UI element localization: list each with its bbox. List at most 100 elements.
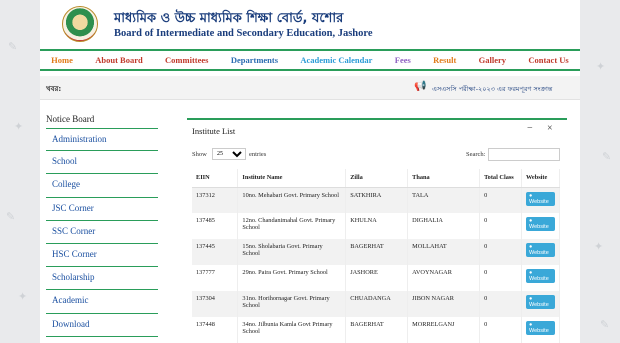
cell-classes: 0	[479, 187, 522, 213]
table-body: 137312 10no. Mehabari Govt. Primary Schoo…	[192, 187, 561, 343]
close-icon[interactable]: ×	[547, 123, 553, 134]
cell-eiin: 137448	[192, 317, 239, 343]
cell-website: ● Website	[521, 291, 561, 317]
institute-list-panel: Institute List − × Show 25 entries Searc…	[187, 118, 567, 343]
cell-zilla: CHUADANGA	[345, 291, 409, 317]
column-header-thana[interactable]: Thana	[407, 169, 481, 188]
cell-zilla: JASHORE	[345, 265, 409, 291]
website-button-label: Website	[528, 302, 549, 308]
search-input[interactable]	[488, 148, 560, 161]
panel-header: Institute List − ×	[187, 120, 567, 142]
announcement-icon: 📢	[414, 81, 427, 92]
page-container: মাধ্যমিক ও উচ্চ মাধ্যমিক শিক্ষা বোর্ড, য…	[40, 0, 580, 343]
cell-name: 15no. Sholabaria Govt. Primary School	[237, 239, 347, 265]
sidebar-item-jsc-corner[interactable]: JSC Corner	[46, 198, 158, 221]
sidebar-item-academic[interactable]: Academic	[46, 290, 158, 314]
site-title-english: Board of Intermediate and Secondary Educ…	[114, 28, 373, 39]
background-pattern-icon: ✦	[14, 120, 24, 133]
nav-link-about-board[interactable]: About Board	[95, 55, 142, 65]
table-header-row: EIIN Institute Name Zilla Thana Total Class W…	[192, 169, 561, 188]
sidebar-item-download[interactable]: Download	[46, 314, 158, 337]
cell-eiin: 137312	[192, 187, 239, 213]
cell-thana: AVOYNAGAR	[407, 265, 481, 291]
table-row: 137445 15no. Sholabaria Govt. Primary Sch…	[192, 239, 561, 265]
news-ticker: খবর: 📢 এসএসসি পরীক্ষা-২০২৩ এর ফরমপূরণ সং…	[40, 76, 580, 100]
column-header-institute-name[interactable]: Institute Name	[237, 169, 347, 188]
cell-website: ● Website	[521, 187, 561, 213]
website-button[interactable]: ● Website	[525, 295, 555, 309]
nav-link-academic-calendar[interactable]: Academic Calendar	[300, 55, 372, 65]
website-button-label: Website	[528, 328, 549, 334]
background-pattern-icon: ✦	[594, 240, 604, 253]
website-button[interactable]: ● Website	[525, 217, 555, 231]
column-header-total-class[interactable]: Total Class	[479, 169, 522, 188]
sidebar-item-ssc-corner[interactable]: SSC Corner	[46, 221, 158, 244]
cell-eiin: 137304	[192, 291, 239, 317]
nav-link-gallery[interactable]: Gallery	[479, 55, 506, 65]
column-header-eiin[interactable]: EIIN	[192, 169, 239, 188]
cell-thana: MOLLAHAT	[407, 239, 481, 265]
minimize-icon[interactable]: −	[527, 123, 533, 134]
nav-link-departments[interactable]: Departments	[231, 55, 278, 65]
sidebar-title: Notice Board	[46, 114, 95, 124]
sidebar: Notice Board Administration School College…	[40, 108, 162, 337]
background-pattern-icon: ✎	[8, 40, 18, 53]
cell-zilla: SATKHIRA	[345, 187, 409, 213]
cell-classes: 0	[479, 213, 522, 239]
sidebar-item-college[interactable]: College	[46, 174, 158, 198]
website-button[interactable]: ● Website	[525, 191, 555, 206]
cell-thana: JIBON NAGAR	[407, 291, 481, 317]
search-label: Search:	[466, 151, 486, 158]
website-button-label: Website	[528, 224, 549, 230]
sidebar-item-administration[interactable]: Administration	[46, 128, 158, 152]
sidebar-item-school[interactable]: School	[46, 151, 158, 175]
nav-link-home[interactable]: Home	[51, 55, 73, 65]
cell-classes: 0	[479, 291, 522, 317]
sidebar-item-hsc-corner[interactable]: HSC Corner	[46, 244, 158, 268]
background-pattern-icon: ✎	[602, 150, 612, 163]
column-header-website[interactable]: Website	[521, 169, 561, 188]
nav-link-fees[interactable]: Fees	[395, 55, 411, 65]
cell-zilla: BAGERHAT	[345, 317, 409, 343]
table-row: 137304 31no. Horihornagar Govt. Primary S…	[192, 291, 561, 317]
nav-link-committees[interactable]: Committees	[165, 55, 208, 65]
cell-name: 10no. Mehabari Govt. Primary School	[237, 187, 347, 213]
cell-classes: 0	[479, 239, 522, 265]
website-button[interactable]: ● Website	[525, 243, 555, 257]
page-size-select[interactable]: 25	[212, 148, 246, 160]
site-title-bangla: মাধ্যমিক ও উচ্চ মাধ্যমিক শিক্ষা বোর্ড, য…	[114, 11, 344, 26]
ticker-label: খবর:	[46, 85, 62, 93]
website-button[interactable]: ● Website	[525, 269, 555, 283]
website-button-label: Website	[528, 250, 549, 256]
website-button[interactable]: ● Website	[525, 321, 555, 335]
table-row: 137312 10no. Mehabari Govt. Primary Schoo…	[192, 187, 561, 213]
website-button-label: Website	[528, 198, 549, 205]
cell-name: 34no. Jilbunia Kamla Govt Primary School	[237, 317, 347, 343]
ticker-text[interactable]: এসএসসি পরীক্ষা-২০২৩ এর ফরমপূরণ সংক্রান্ত	[432, 84, 552, 95]
nav-link-contact-us[interactable]: Contact Us	[528, 55, 568, 65]
site-header: মাধ্যমিক ও উচ্চ মাধ্যমিক শিক্ষা বোর্ড, য…	[40, 0, 580, 46]
cell-name: 12no. Chandanimahal Govt. Primary School	[237, 213, 347, 239]
show-label: Show	[192, 151, 207, 158]
entries-label: entries	[249, 151, 267, 158]
sidebar-item-scholarship[interactable]: Scholarship	[46, 267, 158, 291]
panel-title: Institute List	[192, 126, 236, 136]
cell-website: ● Website	[521, 239, 561, 265]
cell-classes: 0	[479, 265, 522, 291]
cell-website: ● Website	[521, 317, 561, 343]
institute-table: EIIN Institute Name Zilla Thana Total Class W…	[192, 169, 561, 343]
main-nav: Home About Board Committees Departments Acad…	[40, 49, 580, 71]
website-button-label: Website	[528, 276, 549, 282]
cell-eiin: 137445	[192, 239, 239, 265]
cell-name: 29no. Paira Govt. Primary School	[237, 265, 347, 291]
cell-thana: DIGHALIA	[407, 213, 481, 239]
cell-zilla: KHULNA	[345, 213, 409, 239]
board-logo[interactable]	[62, 6, 98, 42]
table-row: 137485 12no. Chandanimahal Govt. Primary …	[192, 213, 561, 239]
table-row: 137448 34no. Jilbunia Kamla Govt Primary …	[192, 317, 561, 343]
cell-name: 31no. Horihornagar Govt. Primary School	[237, 291, 347, 317]
background-pattern-icon: ✎	[6, 210, 16, 223]
cell-classes: 0	[479, 317, 522, 343]
nav-link-result[interactable]: Result	[433, 55, 456, 65]
column-header-zilla[interactable]: Zilla	[345, 169, 409, 188]
